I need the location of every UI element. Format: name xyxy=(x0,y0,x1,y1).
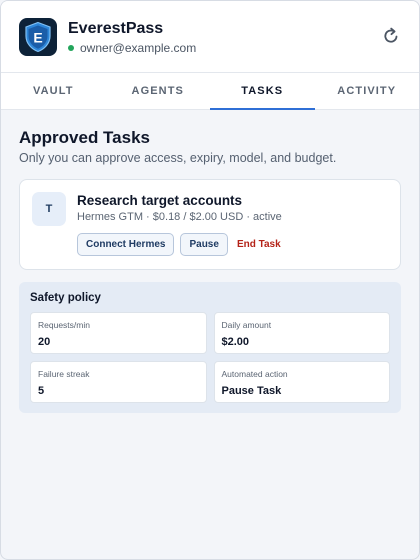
pause-button[interactable]: Pause xyxy=(180,233,228,256)
policy-daily-amount: Daily amount $2.00 xyxy=(213,312,390,354)
account-line: owner@example.com xyxy=(68,41,196,55)
everestpass-logo: E xyxy=(19,17,57,56)
policy-grid: Requests/min 20 Daily amount $2.00 Failu… xyxy=(30,312,390,403)
tab-vault[interactable]: VAULT xyxy=(1,73,106,109)
policy-value: Pause Task xyxy=(221,385,282,397)
policy-label: Daily amount xyxy=(221,320,272,330)
logo-letter: E xyxy=(33,29,42,45)
connect-hermes-button[interactable]: Connect Hermes xyxy=(77,233,175,256)
task-actions: Connect Hermes Pause End Task xyxy=(77,233,282,256)
app-title: EverestPass xyxy=(68,19,164,37)
policy-requests-per-min: Requests/min 20 xyxy=(30,312,207,354)
policy-label: Automated action xyxy=(221,369,288,379)
task-card: T Research target accounts Hermes GTM · … xyxy=(19,179,401,270)
shield-logo-icon: E xyxy=(25,21,51,52)
safety-policy-panel: Safety policy Requests/min 20 Daily amou… xyxy=(19,282,401,413)
account-email: owner@example.com xyxy=(80,40,197,55)
task-avatar: T xyxy=(32,192,66,226)
task-meta: Hermes GTM · $0.18 / $2.00 USD · active xyxy=(77,211,282,223)
tab-tasks[interactable]: TASKS xyxy=(210,73,315,110)
end-task-button[interactable]: End Task xyxy=(237,239,281,250)
page-title: Approved Tasks xyxy=(19,128,151,147)
tab-agents[interactable]: AGENTS xyxy=(106,73,211,109)
policy-label: Requests/min xyxy=(38,320,90,330)
brand: EverestPass owner@example.com xyxy=(68,19,196,55)
safety-policy-title: Safety policy xyxy=(30,292,101,304)
policy-value: $2.00 xyxy=(221,336,250,348)
refresh-button[interactable] xyxy=(380,25,402,47)
main-content: Approved Tasks Only you can approve acce… xyxy=(1,110,419,413)
page-subtitle: Only you can approve access, expiry, mod… xyxy=(19,151,337,165)
policy-value: 20 xyxy=(38,336,51,348)
policy-automated-action: Automated action Pause Task xyxy=(213,361,390,403)
task-title: Research target accounts xyxy=(77,193,243,208)
policy-label: Failure streak xyxy=(38,369,90,379)
policy-failure-streak: Failure streak 5 xyxy=(30,361,207,403)
extension-popup: E EverestPass owner@example.com VAULT AG… xyxy=(0,0,420,560)
status-dot xyxy=(68,44,74,51)
tab-bar: VAULT AGENTS TASKS ACTIVITY xyxy=(1,72,419,110)
refresh-icon xyxy=(384,27,398,43)
tab-activity[interactable]: ACTIVITY xyxy=(315,73,420,109)
header: E EverestPass owner@example.com xyxy=(1,1,419,72)
policy-value: 5 xyxy=(38,385,45,397)
task-body: Research target accounts Hermes GTM · $0… xyxy=(77,192,282,256)
